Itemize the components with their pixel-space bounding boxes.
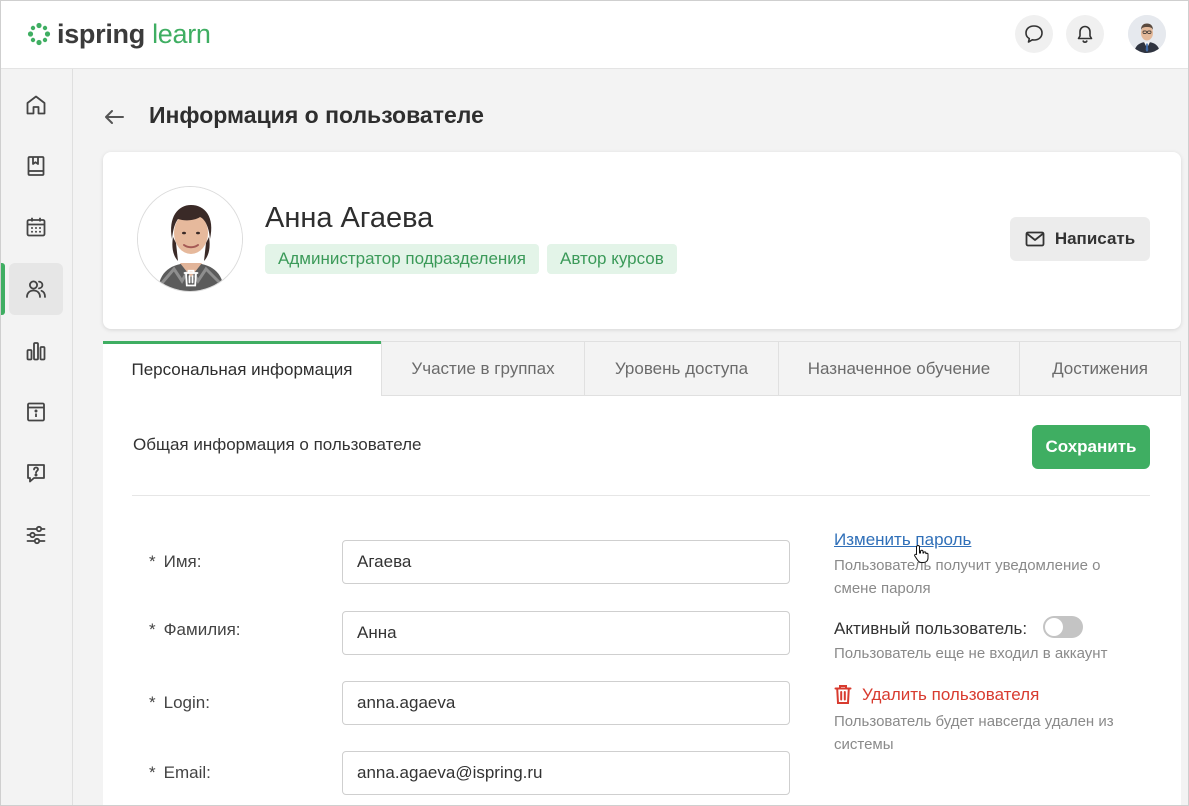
envelope-icon <box>1025 231 1045 247</box>
logo-text-learn: learn <box>152 19 211 49</box>
role-tag: Администратор подразделения <box>265 244 539 274</box>
delete-user-link[interactable]: Удалить пользователя <box>834 684 1039 705</box>
top-bar: ispring learn <box>1 1 1188 69</box>
chat-bubble-icon <box>1025 25 1043 43</box>
active-user-label: Активный пользователь: <box>834 619 1028 638</box>
tab-assigned-learning[interactable]: Назначенное обучение <box>779 341 1020 396</box>
first-name-label-text: Имя: <box>163 552 202 571</box>
notifications-button[interactable] <box>1066 15 1104 53</box>
logo[interactable]: ispring learn <box>27 18 211 50</box>
personal-info-panel: Общая информация о пользователе Сохранит… <box>103 396 1181 805</box>
last-name-label-text: Фамилия: <box>163 620 241 639</box>
required-mark: * <box>149 620 156 639</box>
delete-user-label: Удалить пользователя <box>862 684 1040 704</box>
change-password-link[interactable]: Изменить пароль <box>834 530 971 550</box>
ispring-logo-icon <box>27 22 51 46</box>
sliders-icon <box>26 525 46 545</box>
user-name: Анна Агаева <box>265 202 434 234</box>
change-password-hint: Пользователь получит уведомление о смене… <box>834 557 1101 597</box>
users-icon <box>26 280 46 298</box>
login-label: * Login: <box>149 693 210 713</box>
user-avatar[interactable] <box>1128 15 1166 53</box>
active-user-toggle[interactable] <box>1043 616 1083 638</box>
calendar-icon <box>26 217 46 237</box>
email-label: * Email: <box>149 763 211 783</box>
write-message-button[interactable]: Написать <box>1010 217 1150 261</box>
required-mark: * <box>149 693 156 712</box>
login-label-text: Login: <box>163 693 210 712</box>
home-icon <box>26 95 46 115</box>
bell-icon <box>1077 25 1093 44</box>
tab-achievements[interactable]: Достижения <box>1020 341 1181 396</box>
first-name-label: * Имя: <box>149 552 201 572</box>
chat-button[interactable] <box>1015 15 1053 53</box>
sidebar-item-help[interactable] <box>9 447 63 499</box>
app-window: ispring learn Информация о пользователе … <box>0 0 1189 806</box>
toggle-knob <box>1045 618 1063 636</box>
sidebar-active-indicator <box>1 263 5 315</box>
sidebar-item-reports[interactable] <box>9 325 63 377</box>
role-tag: Автор курсов <box>547 244 677 274</box>
logo-text-ispring: ispring <box>57 19 145 49</box>
sidebar-item-settings[interactable] <box>9 509 63 561</box>
info-book-icon <box>27 402 45 422</box>
bar-chart-icon <box>26 342 46 361</box>
tab-access-level[interactable]: Уровень доступа <box>585 341 779 396</box>
last-name-field[interactable]: Анна <box>342 611 790 655</box>
sidebar-item-catalog[interactable] <box>9 386 63 438</box>
section-title: Общая информация о пользователе <box>133 435 422 454</box>
profile-photo <box>137 186 243 292</box>
required-mark: * <box>149 763 156 782</box>
divider <box>132 495 1150 496</box>
user-avatar-photo <box>1128 15 1166 53</box>
login-field[interactable]: anna.agaeva <box>342 681 790 725</box>
delete-user-hint: Пользователь будет навсегда удален из си… <box>834 713 1114 753</box>
sidebar-item-courses[interactable] <box>9 140 63 192</box>
book-icon <box>27 156 45 176</box>
sidebar <box>1 69 73 805</box>
trash-icon <box>834 685 852 704</box>
sidebar-item-home[interactable] <box>9 79 63 131</box>
last-name-label: * Фамилия: <box>149 620 241 640</box>
question-icon <box>27 464 45 483</box>
email-label-text: Email: <box>163 763 211 782</box>
first-name-field[interactable]: Агаева <box>342 540 790 584</box>
hand-cursor-icon <box>914 544 929 563</box>
sidebar-item-users[interactable] <box>9 263 63 315</box>
required-mark: * <box>149 552 156 571</box>
profile-tabs: Персональная информация Участие в группа… <box>103 341 1181 396</box>
active-user-hint: Пользователь еще не входил в аккаунт <box>834 645 1108 662</box>
email-field[interactable]: anna.agaeva@ispring.ru <box>342 751 790 795</box>
write-message-label: Написать <box>1054 229 1136 248</box>
delete-photo-icon[interactable] <box>183 269 199 287</box>
tab-personal-info[interactable]: Персональная информация <box>103 341 381 396</box>
back-arrow-icon[interactable] <box>101 105 127 129</box>
logo-text: ispring learn <box>57 18 211 50</box>
tab-groups[interactable]: Участие в группах <box>381 341 585 396</box>
page-title: Информация о пользователе <box>149 102 484 128</box>
sidebar-item-calendar[interactable] <box>9 201 63 253</box>
profile-card: Анна Агаева Администратор подразделения … <box>103 152 1181 329</box>
save-button[interactable]: Сохранить <box>1032 425 1150 469</box>
